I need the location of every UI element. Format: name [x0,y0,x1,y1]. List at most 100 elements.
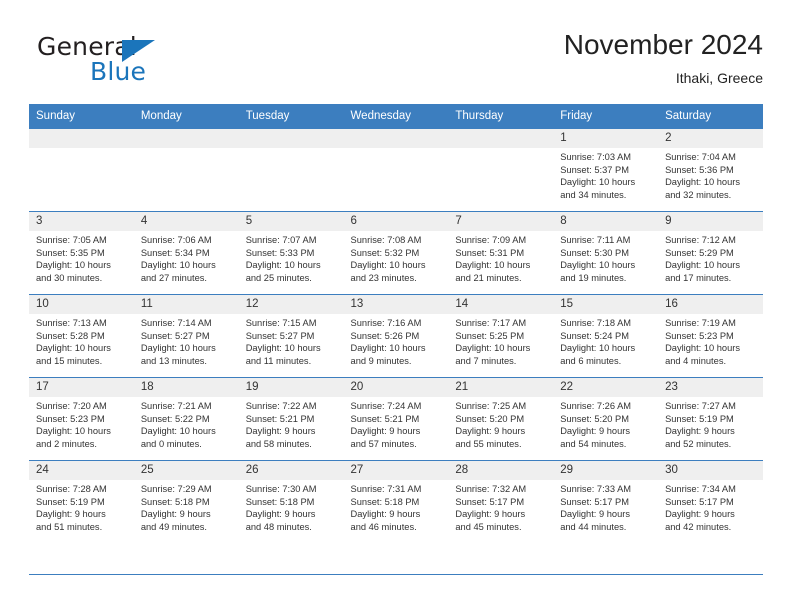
calendar-day-cell[interactable]: 15 Sunrise: 7:18 AM Sunset: 5:24 PM Dayligh… [553,294,659,378]
daylight-text-line1: Daylight: 10 hours [36,426,111,437]
calendar-day-cell[interactable]: 12 Sunrise: 7:15 AM Sunset: 5:27 PM Dayligh… [238,294,344,378]
calendar-day-cell[interactable]: 7 Sunrise: 7:09 AM Sunset: 5:31 PM Daylight… [448,211,554,295]
daylight-text-line1: Daylight: 10 hours [665,177,740,188]
daylight-text-line1: Daylight: 9 hours [36,509,106,520]
daylight-text-line1: Daylight: 9 hours [350,509,421,520]
calendar-day-cell[interactable]: 24 Sunrise: 7:28 AM Sunset: 5:19 PM Dayligh… [29,460,134,543]
sunset-text: Sunset: 5:31 PM [455,247,525,258]
day-details: Sunrise: 7:08 AM Sunset: 5:32 PM Daylight:… [344,231,449,284]
calendar-day-cell[interactable]: 9 Sunrise: 7:12 AM Sunset: 5:29 PM Daylight… [658,211,763,295]
weekday-header-thursday: Thursday [448,104,554,129]
daylight-text-line1: Daylight: 10 hours [665,343,740,354]
day-details: Sunrise: 7:25 AM Sunset: 5:20 PM Daylight:… [448,397,553,450]
sunrise-text: Sunrise: 7:12 AM [665,235,736,245]
calendar-day-cell[interactable]: 17 Sunrise: 7:20 AM Sunset: 5:23 PM Dayligh… [29,377,134,461]
daylight-text-line2: and 25 minutes. [245,272,312,283]
sunset-text: Sunset: 5:34 PM [140,247,210,258]
day-details: Sunrise: 7:15 AM Sunset: 5:27 PM Daylight:… [239,314,344,367]
calendar-day-cell[interactable]: 30 Sunrise: 7:34 AM Sunset: 5:17 PM Dayligh… [658,460,763,543]
calendar-day-cell[interactable]: 27 Sunrise: 7:31 AM Sunset: 5:18 PM Dayligh… [343,460,449,543]
daylight-text-line2: and 32 minutes. [665,189,732,200]
day-number: 27 [343,461,449,480]
day-number: 21 [448,378,554,397]
sunrise-text: Sunrise: 7:33 AM [560,484,632,494]
calendar-page: General Blue November 2024 Ithaki, Greec… [0,0,792,612]
sunrise-text: Sunrise: 7:14 AM [140,318,212,328]
daylight-text-line1: Daylight: 10 hours [560,177,636,188]
general-blue-logo[interactable]: General Blue [29,32,249,92]
day-details [29,148,134,151]
calendar-day-cell[interactable]: 18 Sunrise: 7:21 AM Sunset: 5:22 PM Dayligh… [133,377,239,461]
day-details: Sunrise: 7:29 AM Sunset: 5:18 PM Daylight:… [134,480,239,533]
weekday-header-tuesday: Tuesday [238,104,344,129]
sunset-text: Sunset: 5:23 PM [665,330,734,341]
day-number: 4 [133,212,239,231]
calendar-day-cell[interactable]: 4 Sunrise: 7:06 AM Sunset: 5:34 PM Daylight… [133,211,239,295]
sunrise-text: Sunrise: 7:34 AM [665,484,736,494]
calendar-day-cell[interactable]: 26 Sunrise: 7:30 AM Sunset: 5:18 PM Dayligh… [238,460,344,543]
day-number [238,129,344,148]
sunset-text: Sunset: 5:29 PM [665,247,734,258]
daylight-text-line1: Daylight: 9 hours [455,426,526,437]
sunrise-text: Sunrise: 7:29 AM [140,484,212,494]
calendar-day-cell[interactable]: 25 Sunrise: 7:29 AM Sunset: 5:18 PM Dayligh… [133,460,239,543]
sunrise-text: Sunrise: 7:22 AM [245,401,317,411]
day-number [448,129,554,148]
calendar-day-cell[interactable]: 2 Sunrise: 7:04 AM Sunset: 5:36 PM Daylight… [658,128,763,212]
sunset-text: Sunset: 5:27 PM [140,330,210,341]
day-number: 8 [553,212,659,231]
weekday-header-saturday: Saturday [658,104,763,129]
calendar-day-cell[interactable]: 29 Sunrise: 7:33 AM Sunset: 5:17 PM Dayligh… [553,460,659,543]
day-number: 18 [133,378,239,397]
day-details: Sunrise: 7:05 AM Sunset: 5:35 PM Daylight:… [29,231,134,284]
day-details: Sunrise: 7:33 AM Sunset: 5:17 PM Daylight:… [553,480,658,533]
calendar-day-cell[interactable]: 28 Sunrise: 7:32 AM Sunset: 5:17 PM Dayligh… [448,460,554,543]
calendar-day-cell[interactable]: 8 Sunrise: 7:11 AM Sunset: 5:30 PM Daylight… [553,211,659,295]
calendar-day-cell[interactable]: 11 Sunrise: 7:14 AM Sunset: 5:27 PM Dayligh… [133,294,239,378]
day-number: 22 [553,378,659,397]
sunrise-text: Sunrise: 7:19 AM [665,318,736,328]
day-details: Sunrise: 7:21 AM Sunset: 5:22 PM Daylight:… [134,397,239,450]
calendar-day-cell[interactable]: 6 Sunrise: 7:08 AM Sunset: 5:32 PM Daylight… [343,211,449,295]
calendar-day-cell[interactable]: 13 Sunrise: 7:16 AM Sunset: 5:26 PM Dayligh… [343,294,449,378]
calendar-day-cell[interactable]: 19 Sunrise: 7:22 AM Sunset: 5:21 PM Dayligh… [238,377,344,461]
grid-bottom-rule [29,574,763,575]
day-details: Sunrise: 7:03 AM Sunset: 5:37 PM Daylight:… [553,148,658,201]
calendar-day-cell[interactable]: 16 Sunrise: 7:19 AM Sunset: 5:23 PM Dayligh… [658,294,763,378]
sunset-text: Sunset: 5:18 PM [350,496,420,507]
daylight-text-line2: and 44 minutes. [560,521,627,532]
calendar-day-cell[interactable]: 23 Sunrise: 7:27 AM Sunset: 5:19 PM Dayligh… [658,377,763,461]
sunrise-text: Sunrise: 7:24 AM [350,401,422,411]
calendar-day-cell[interactable]: 5 Sunrise: 7:07 AM Sunset: 5:33 PM Daylight… [238,211,344,295]
calendar-day-cell[interactable]: 10 Sunrise: 7:13 AM Sunset: 5:28 PM Dayligh… [29,294,134,378]
sunrise-text: Sunrise: 7:15 AM [245,318,317,328]
daylight-text-line2: and 51 minutes. [36,521,103,532]
daylight-text-line1: Daylight: 10 hours [245,260,321,271]
day-number: 14 [448,295,554,314]
day-number: 30 [658,461,763,480]
day-number [29,129,134,148]
day-details: Sunrise: 7:18 AM Sunset: 5:24 PM Daylight:… [553,314,658,367]
daylight-text-line2: and 42 minutes. [665,521,732,532]
calendar-day-cell[interactable]: 14 Sunrise: 7:17 AM Sunset: 5:25 PM Dayligh… [448,294,554,378]
daylight-text-line2: and 57 minutes. [350,438,417,449]
daylight-text-line1: Daylight: 10 hours [140,343,216,354]
sunrise-text: Sunrise: 7:08 AM [350,235,422,245]
sunrise-text: Sunrise: 7:18 AM [560,318,632,328]
daylight-text-line1: Daylight: 9 hours [560,509,630,520]
sunset-text: Sunset: 5:35 PM [36,247,105,258]
sunset-text: Sunset: 5:30 PM [560,247,629,258]
calendar-day-cell[interactable]: 1 Sunrise: 7:03 AM Sunset: 5:37 PM Daylight… [553,128,659,212]
calendar-day-cell[interactable]: 22 Sunrise: 7:26 AM Sunset: 5:20 PM Dayligh… [553,377,659,461]
day-number: 23 [658,378,763,397]
calendar-day-cell[interactable]: 3 Sunrise: 7:05 AM Sunset: 5:35 PM Daylight… [29,211,134,295]
daylight-text-line2: and 7 minutes. [455,355,517,366]
day-number: 5 [238,212,344,231]
daylight-text-line1: Daylight: 10 hours [140,260,216,271]
sunset-text: Sunset: 5:22 PM [140,413,210,424]
daylight-text-line1: Daylight: 10 hours [455,260,531,271]
calendar-cell-empty [448,128,554,212]
calendar-day-cell[interactable]: 21 Sunrise: 7:25 AM Sunset: 5:20 PM Dayligh… [448,377,554,461]
daylight-text-line1: Daylight: 9 hours [455,509,526,520]
calendar-day-cell[interactable]: 20 Sunrise: 7:24 AM Sunset: 5:21 PM Dayligh… [343,377,449,461]
